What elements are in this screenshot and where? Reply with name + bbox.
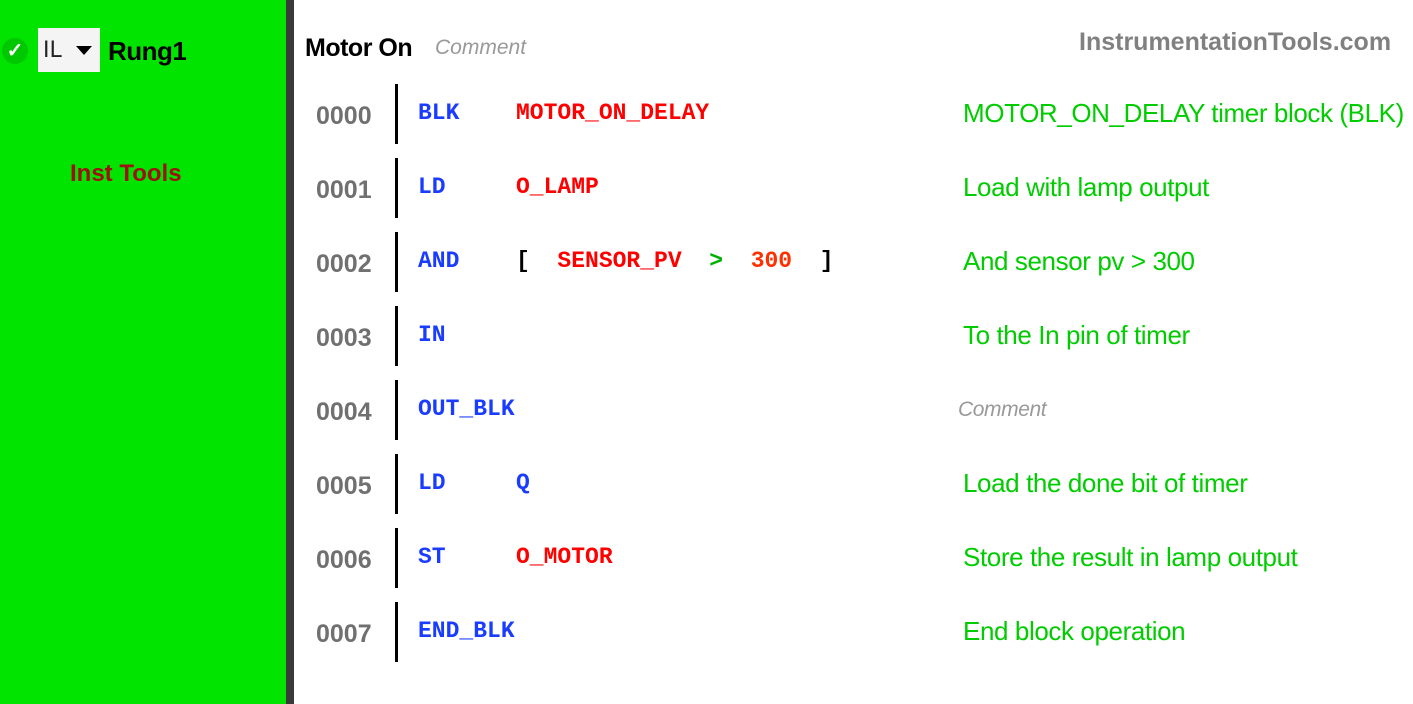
opcode[interactable]: IN [418, 322, 446, 348]
opcode[interactable]: OUT_BLK [418, 396, 515, 422]
line-number: 0002 [316, 250, 372, 278]
line-number: 0001 [316, 176, 372, 204]
watermark: InstrumentationTools.com [1079, 28, 1392, 56]
opcode[interactable]: ST [418, 544, 446, 570]
caret-down-icon[interactable] [75, 45, 92, 55]
line-comment[interactable]: MOTOR_ON_DELAY timer block (BLK) [963, 98, 1404, 129]
rung-rail [395, 528, 398, 588]
rung-rail [395, 380, 398, 440]
line-comment[interactable]: Load the done bit of timer [963, 468, 1248, 499]
line-comment-placeholder[interactable]: Comment [958, 398, 1047, 422]
line-number: 0000 [316, 102, 372, 130]
operand[interactable]: Q [516, 470, 530, 496]
line-comment[interactable]: To the In pin of timer [963, 320, 1190, 351]
comparison-value: 300 [750, 248, 793, 274]
rung-rail [395, 84, 398, 144]
language-select[interactable]: IL [38, 28, 100, 72]
comparison-operator: > [709, 248, 724, 274]
line-number: 0004 [316, 398, 372, 426]
instruction-row[interactable]: 0001 LD O_LAMP Load with lamp output [0, 158, 1413, 218]
open-bracket: [ [516, 248, 530, 274]
instruction-row[interactable]: 0005 LD Q Load the done bit of timer [0, 454, 1413, 514]
operand[interactable]: O_MOTOR [516, 544, 613, 570]
rung-rail [395, 232, 398, 292]
opcode[interactable]: LD [418, 174, 446, 200]
instruction-row[interactable]: 0007 END_BLK End block operation [0, 602, 1413, 662]
line-comment[interactable]: End block operation [963, 616, 1186, 647]
opcode[interactable]: LD [418, 470, 446, 496]
rung-title[interactable]: Motor On [305, 34, 413, 63]
line-number: 0007 [316, 620, 372, 648]
instruction-row[interactable]: 0003 IN To the In pin of timer [0, 306, 1413, 366]
instruction-row[interactable]: 0004 OUT_BLK Comment [0, 380, 1413, 440]
instruction-row[interactable]: 0002 AND [ SENSOR_PV > 300 ] And sensor … [0, 232, 1413, 292]
expression-variable: SENSOR_PV [557, 248, 682, 274]
check-circle-icon: ✓ [2, 38, 28, 64]
rung-rail [395, 454, 398, 514]
line-number: 0005 [316, 472, 372, 500]
rung-rail [395, 602, 398, 662]
line-comment[interactable]: Store the result in lamp output [963, 542, 1298, 573]
rung-rail [395, 158, 398, 218]
rung-name: Rung1 [108, 36, 187, 66]
opcode[interactable]: BLK [418, 100, 459, 126]
operand[interactable]: MOTOR_ON_DELAY [516, 100, 709, 126]
rung-rail [395, 306, 398, 366]
rung-comment-field[interactable]: Comment [435, 36, 526, 60]
operand-expression[interactable]: [ SENSOR_PV > 300 ] [516, 248, 834, 274]
line-comment[interactable]: Load with lamp output [963, 172, 1209, 203]
instruction-row[interactable]: 0006 ST O_MOTOR Store the result in lamp… [0, 528, 1413, 588]
language-select-value: IL [43, 37, 62, 63]
close-bracket: ] [819, 248, 834, 274]
instruction-row[interactable]: 0000 BLK MOTOR_ON_DELAY MOTOR_ON_DELAY t… [0, 84, 1413, 144]
operand[interactable]: O_LAMP [516, 174, 599, 200]
line-number: 0003 [316, 324, 372, 352]
line-number: 0006 [316, 546, 372, 574]
opcode[interactable]: AND [418, 248, 459, 274]
opcode[interactable]: END_BLK [418, 618, 515, 644]
line-comment[interactable]: And sensor pv > 300 [963, 246, 1195, 277]
